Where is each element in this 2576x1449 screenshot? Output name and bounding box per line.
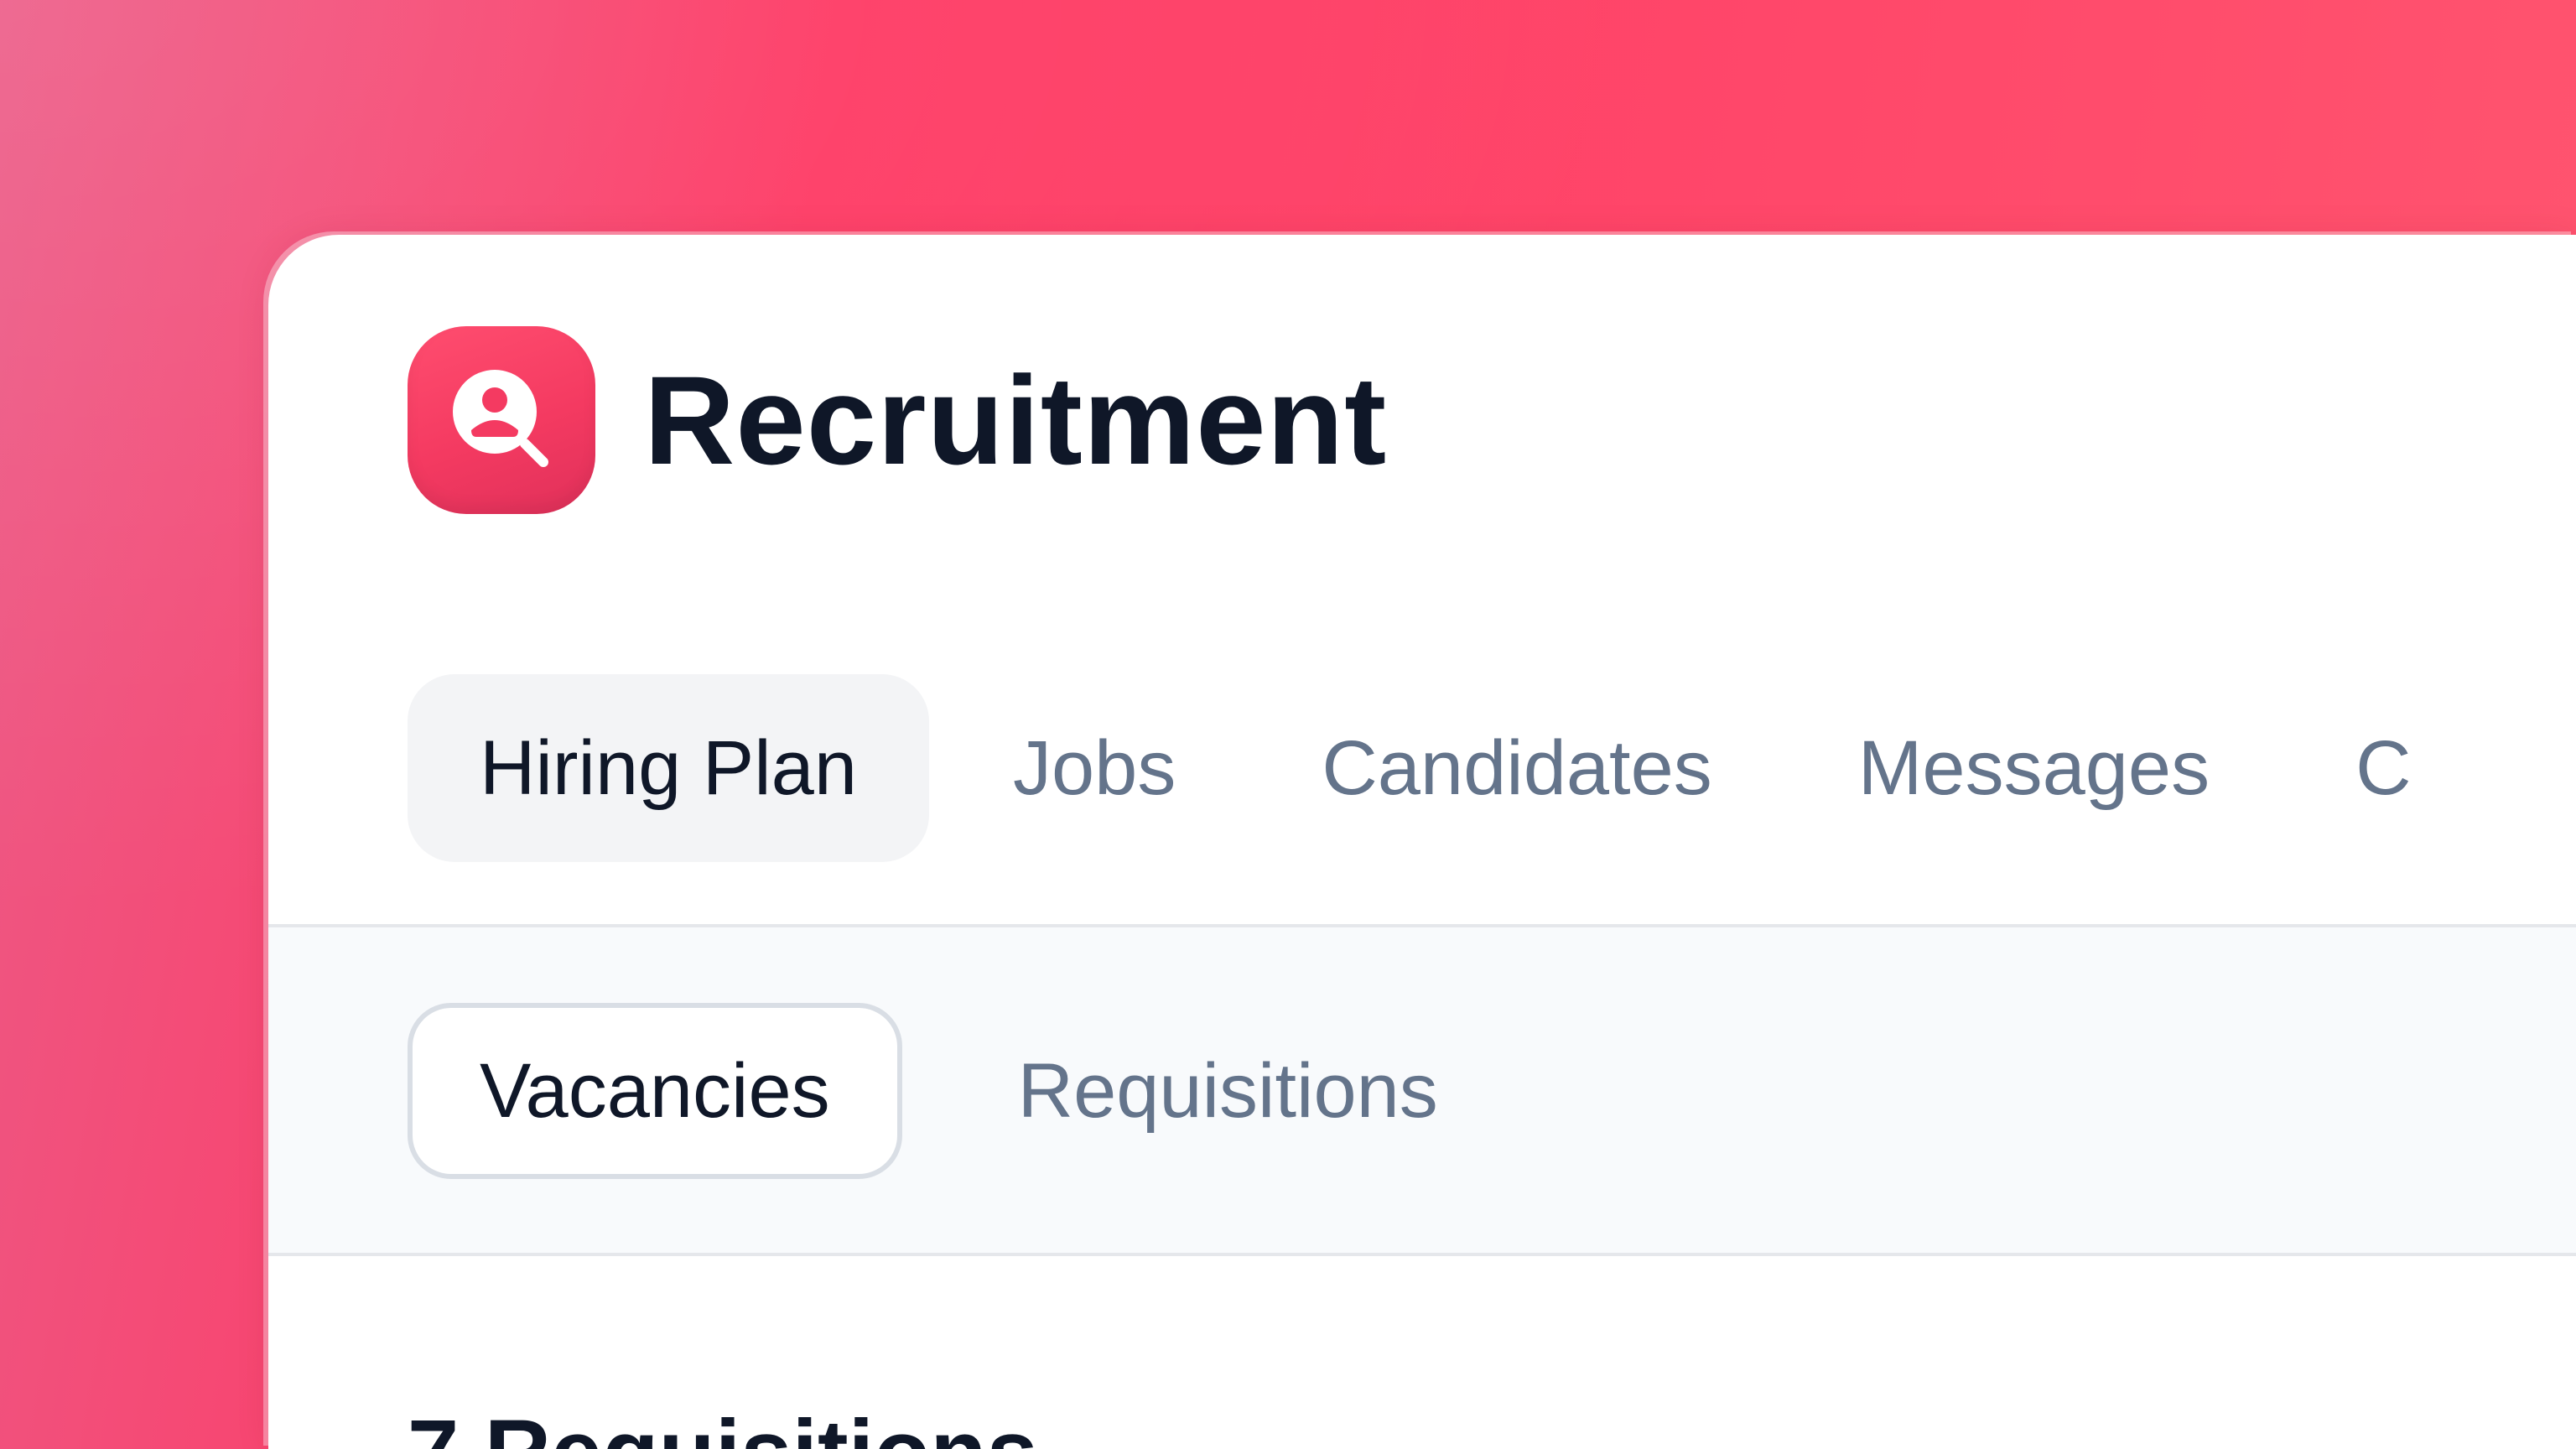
- secondary-tab-bar: Vacancies Requisitions: [268, 924, 2576, 1256]
- tab-messages[interactable]: Messages: [1796, 674, 2272, 862]
- tab-requisitions[interactable]: Requisitions: [951, 1003, 1505, 1179]
- tab-vacancies[interactable]: Vacancies: [408, 1003, 902, 1179]
- section-heading: 7 Requisitions: [408, 1407, 1038, 1449]
- app-title: Recruitment: [644, 350, 1388, 491]
- tab-candidates[interactable]: Candidates: [1259, 674, 1774, 862]
- search-person-icon: [443, 361, 560, 479]
- primary-tabs: Hiring Plan Jobs Candidates Messages C: [408, 674, 2474, 931]
- tab-hiring-plan[interactable]: Hiring Plan: [408, 674, 929, 931]
- app-window: Recruitment Hiring Plan Jobs Candidates …: [268, 235, 2576, 1449]
- app-header: Recruitment: [408, 325, 1387, 515]
- app-logo: [408, 326, 595, 514]
- tab-jobs[interactable]: Jobs: [951, 674, 1238, 862]
- secondary-tabs: Vacancies Requisitions: [408, 1003, 1505, 1179]
- tab-overflow-cut[interactable]: C: [2293, 674, 2473, 862]
